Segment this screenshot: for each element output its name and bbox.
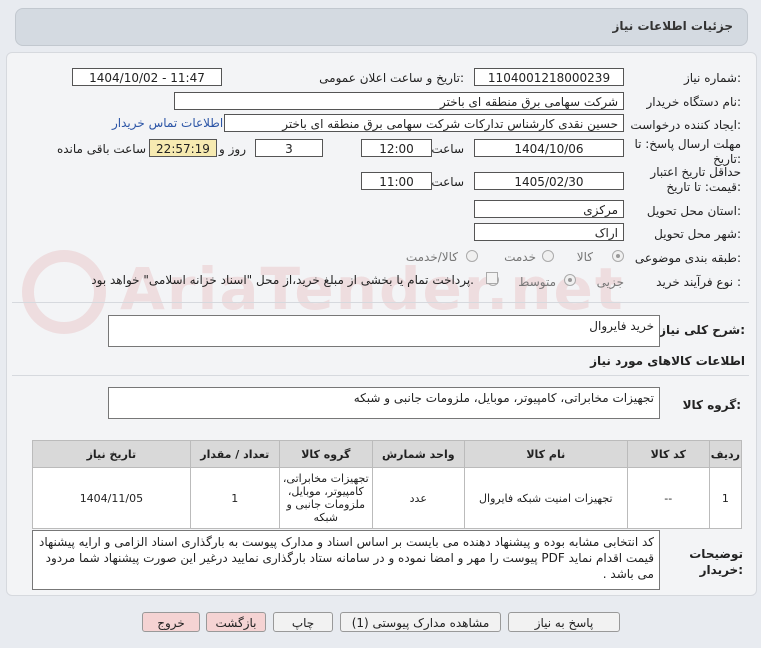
category-option-goods: کالا [576,250,593,264]
page-title: جزئیات اطلاعات نیاز [612,19,733,33]
cell-quantity: 1 [189,467,280,529]
exit-button[interactable]: خروج [142,612,200,632]
buyer-org-field: شرکت سهامی برق منطقه ای باختر [174,92,624,110]
reply-button[interactable]: پاسخ به نیاز [508,612,620,632]
goods-group-textarea[interactable]: تجهیزات مخابراتی، کامپیوتر، موبایل، ملزو… [108,387,660,419]
purchase-type-option-medium: متوسط [518,275,556,289]
divider [12,375,749,376]
price-validity-date: 1405/02/30 [474,172,624,190]
cell-code: -- [626,467,710,529]
goods-table: ردیف کد کالا نام کالا واحد شمارش گروه کا… [32,440,743,529]
category-option-goods-service: کالا/خدمت [405,250,458,264]
col-unit: واحد شمارش [371,440,465,468]
purchase-type-radio-minor[interactable] [564,274,576,286]
watermark-logo [22,250,106,334]
treasury-payment-checkbox[interactable] [486,272,498,284]
print-button[interactable]: چاپ [273,612,333,632]
reply-deadline-days: 3 [255,139,323,157]
col-code: کد کالا [626,440,710,468]
price-validity-time: 11:00 [361,172,432,190]
goods-info-title: اطلاعات کالاهای مورد نیاز [590,354,745,368]
reply-deadline-time: 12:00 [361,139,432,157]
cell-row: 1 [708,467,743,529]
price-validity-label: حداقل تاریخ اعتبار قیمت: تا تاریخ: [650,165,741,194]
purchase-type-option-minor: جزیی [596,275,624,289]
summary-textarea[interactable]: خرید فایروال [108,315,660,347]
cell-unit: عدد [371,467,465,529]
category-radio-goods[interactable] [612,250,624,262]
col-row: ردیف [708,440,743,468]
col-group: گروه کالا [278,440,373,468]
reply-deadline-label: مهلت ارسال پاسخ: تا تاریخ: [634,137,741,166]
category-radio-service[interactable] [542,250,554,262]
buyer-org-label: نام دستگاه خریدار: [646,95,742,109]
cell-need-date: 1404/11/05 [32,467,191,529]
category-label: طبقه بندی موضوعی: [634,251,741,265]
reply-deadline-time-label: ساعت [431,142,464,156]
treasury-payment-note: پرداخت تمام یا بخشی از مبلغ خرید،از محل … [91,273,474,287]
need-number-label: شماره نیاز: [683,71,741,85]
city-label: شهر محل تحویل: [654,227,741,241]
table-header-row: ردیف کد کالا نام کالا واحد شمارش گروه کا… [32,440,743,468]
watermark-text: AriaTender.net [120,255,625,323]
summary-label: شرح کلی نیاز: [659,323,745,337]
divider [12,302,749,303]
page-header: جزئیات اطلاعات نیاز [15,8,748,46]
need-number-field: 1104001218000239 [474,68,624,86]
announce-datetime-label: تاریخ و ساعت اعلان عمومی: [319,71,464,85]
city-field: اراک [474,223,624,241]
price-validity-time-label: ساعت [431,175,464,189]
back-button[interactable]: بازگشت [206,612,266,632]
remaining-time: 22:57:19 [149,139,217,157]
table-row: 1 -- تجهیزات امنیت شبکه فایروال عدد تجهی… [32,467,743,529]
requester-label: ایجاد کننده درخواست: [630,118,741,132]
province-field: مرکزی [474,200,624,218]
col-name: نام کالا [463,440,628,468]
reply-deadline-date: 1404/10/06 [474,139,624,157]
days-label: روز و [219,142,246,156]
remaining-time-label: ساعت باقی مانده [56,142,146,156]
purchase-type-label: نوع فرآیند خرید : [656,275,741,289]
buyer-contact-link[interactable]: اطلاعات تماس خریدار [112,116,223,130]
province-label: استان محل تحویل: [646,204,741,218]
col-need-date: تاریخ نیاز [32,440,191,468]
announce-datetime-field: 1404/10/02 - 11:47 [72,68,222,86]
view-attachments-button[interactable]: مشاهده مدارک پیوستی (1) [340,612,501,632]
requester-field: حسین نقدی کارشناس تدارکات شرکت سهامی برق… [224,114,624,132]
cell-name: تجهیزات امنیت شبکه فایروال [463,467,628,529]
buyer-notes-textarea[interactable]: کد انتخابی مشابه بوده و پیشنهاد دهنده می… [32,530,660,590]
category-option-service: خدمت [504,250,536,264]
goods-group-label: گروه کالا: [682,398,741,412]
col-quantity: تعداد / مقدار [189,440,280,468]
buyer-notes-label: توضیحات خریدار: [689,547,743,577]
cell-group: تجهیزات مخابراتی، کامپیوتر، موبایل، ملزو… [278,467,373,529]
category-radio-goods-service[interactable] [466,250,478,262]
